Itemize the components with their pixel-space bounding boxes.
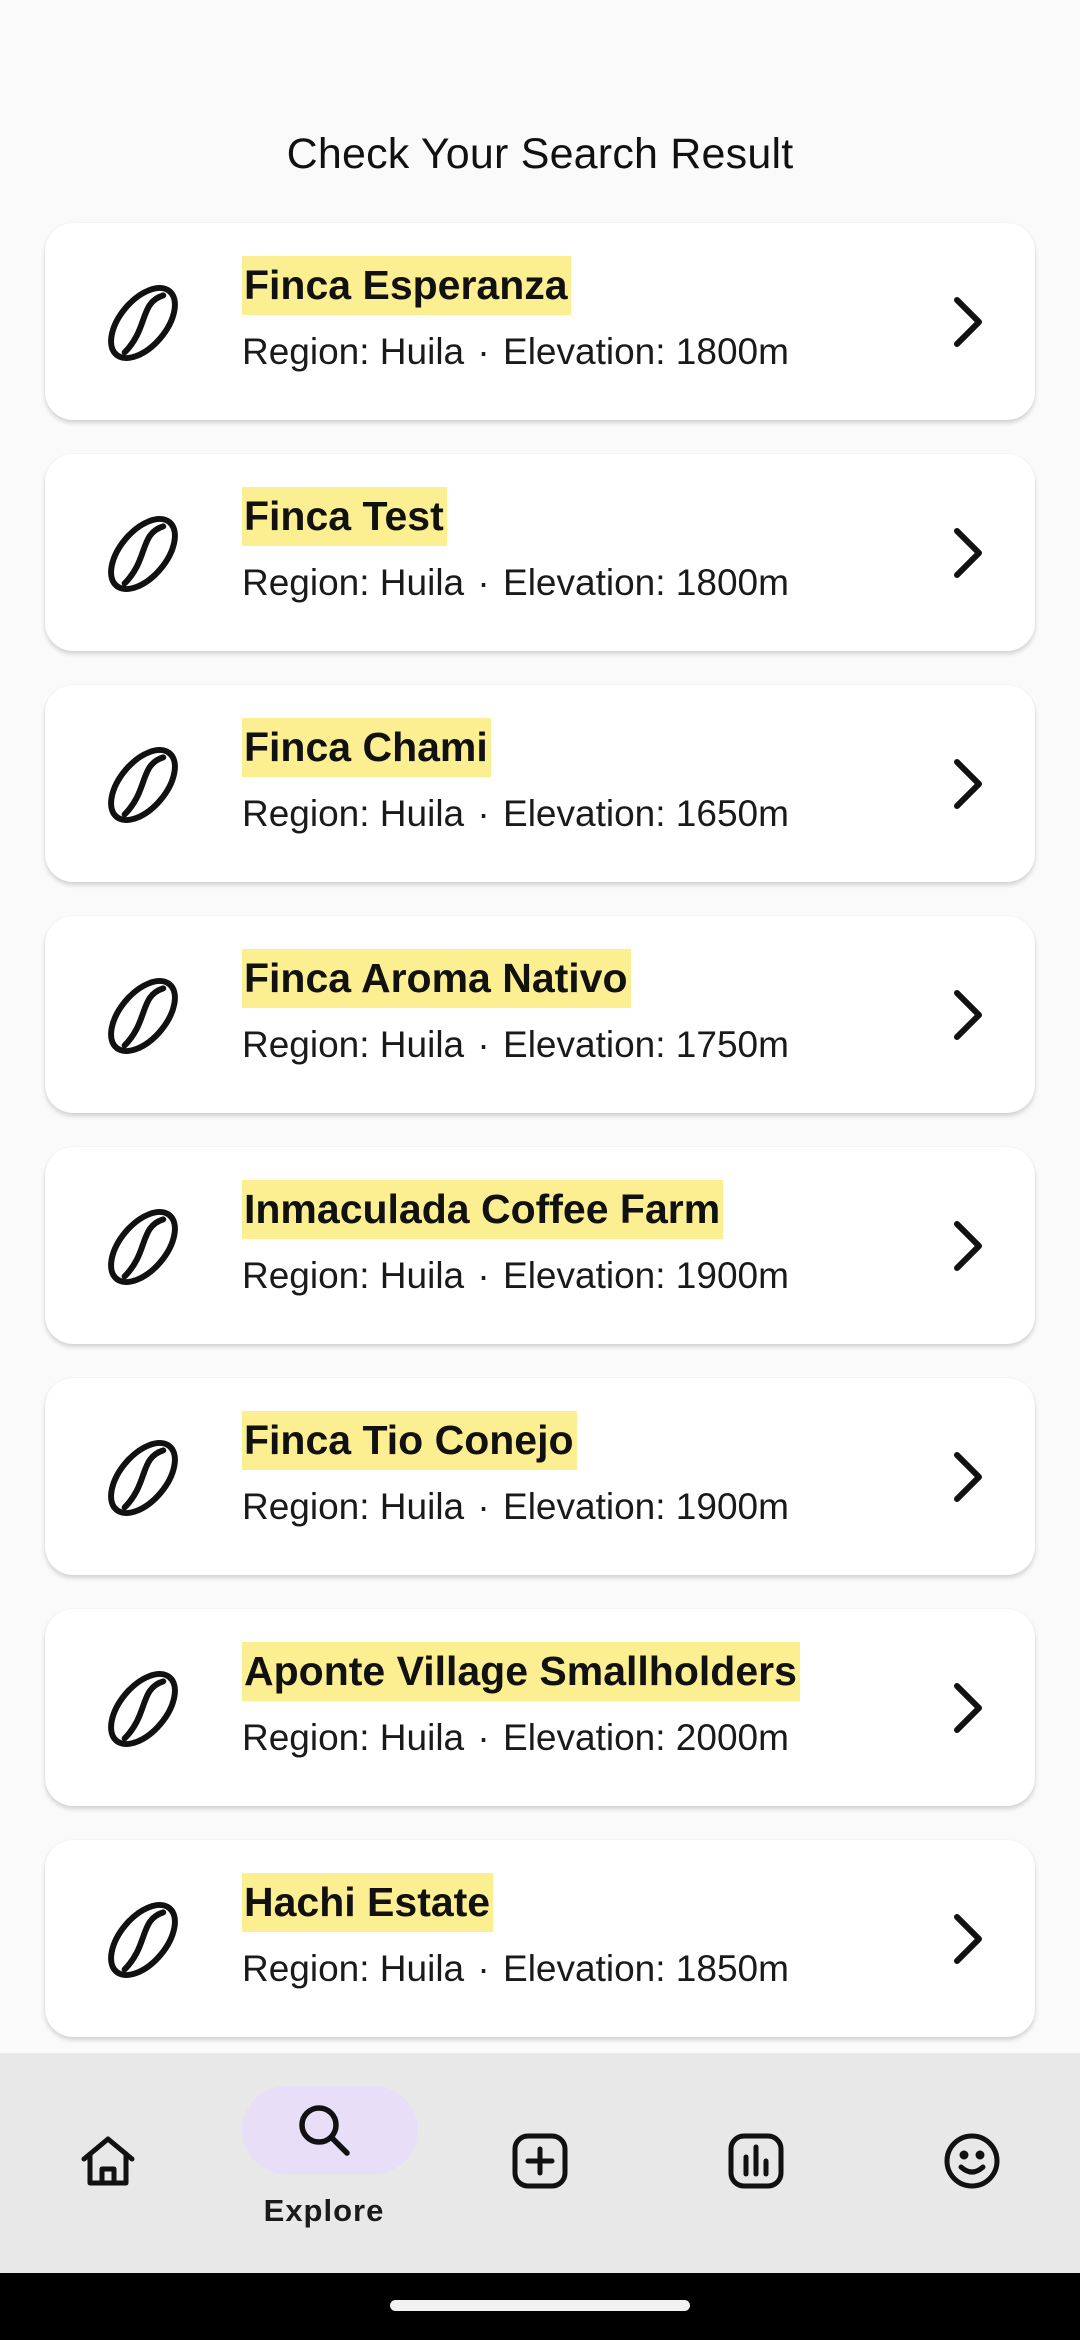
farm-name: Finca Chami <box>242 718 491 777</box>
farm-name: Inmaculada Coffee Farm <box>242 1180 724 1239</box>
farm-details: Region: Huila · Elevation: 2000m <box>242 1717 789 1759</box>
farm-region: Region: Huila <box>242 562 465 603</box>
farm-elevation: Elevation: 1800m <box>503 331 789 372</box>
search-results-list: Finca Esperanza Region: Huila · Elevatio… <box>45 223 1035 2071</box>
result-card[interactable]: Finca Test Region: Huila · Elevation: 18… <box>45 454 1035 651</box>
chevron-right-icon[interactable] <box>949 988 985 1042</box>
detail-separator: · <box>477 1717 490 1758</box>
farm-region: Region: Huila <box>242 1717 465 1758</box>
farm-details: Region: Huila · Elevation: 1800m <box>242 562 789 604</box>
farm-details: Region: Huila · Elevation: 1900m <box>242 1486 789 1528</box>
farm-name: Hachi Estate <box>242 1873 494 1932</box>
chevron-right-icon[interactable] <box>949 526 985 580</box>
result-card[interactable]: Finca Aroma Nativo Region: Huila · Eleva… <box>45 916 1035 1113</box>
coffee-bean-icon <box>108 1671 178 1747</box>
page-title: Check Your Search Result <box>286 130 794 178</box>
result-card[interactable]: Inmaculada Coffee Farm Region: Huila · E… <box>45 1147 1035 1344</box>
detail-separator: · <box>477 1486 490 1527</box>
chevron-right-icon[interactable] <box>949 1681 985 1735</box>
coffee-bean-icon <box>108 1209 178 1285</box>
home-gesture-handle[interactable] <box>390 2300 690 2311</box>
farm-elevation: Elevation: 1900m <box>503 1255 789 1296</box>
coffee-bean-icon <box>108 516 178 592</box>
coffee-bean-icon <box>108 1902 178 1978</box>
chevron-right-icon[interactable] <box>949 295 985 349</box>
chevron-right-icon[interactable] <box>949 1912 985 1966</box>
farm-elevation: Elevation: 1850m <box>503 1948 789 1989</box>
nav-label-explore: Explore <box>263 2193 385 2228</box>
detail-separator: · <box>477 793 490 834</box>
farm-details: Region: Huila · Elevation: 1900m <box>242 1255 789 1297</box>
result-card[interactable]: Finca Tio Conejo Region: Huila · Elevati… <box>45 1378 1035 1575</box>
farm-elevation: Elevation: 1900m <box>503 1486 789 1527</box>
coffee-bean-icon <box>108 1440 178 1516</box>
result-card[interactable]: Finca Chami Region: Huila · Elevation: 1… <box>45 685 1035 882</box>
farm-region: Region: Huila <box>242 793 465 834</box>
farm-elevation: Elevation: 1800m <box>503 562 789 603</box>
chevron-right-icon[interactable] <box>949 1219 985 1273</box>
nav-item-stats[interactable] <box>648 2053 864 2273</box>
detail-separator: · <box>477 1948 490 1989</box>
farm-elevation: Elevation: 1750m <box>503 1024 789 1065</box>
coffee-bean-icon <box>108 747 178 823</box>
farm-details: Region: Huila · Elevation: 1800m <box>242 331 789 373</box>
farm-details: Region: Huila · Elevation: 1650m <box>242 793 789 835</box>
farm-region: Region: Huila <box>242 1486 465 1527</box>
farm-region: Region: Huila <box>242 331 465 372</box>
nav-item-explore[interactable]: Explore <box>216 2053 432 2273</box>
detail-separator: · <box>477 1255 490 1296</box>
detail-separator: · <box>477 562 490 603</box>
search-icon <box>299 2105 350 2156</box>
farm-name: Aponte Village Smallholders <box>242 1642 800 1701</box>
farm-region: Region: Huila <box>242 1255 465 1296</box>
result-card[interactable]: Aponte Village Smallholders Region: Huil… <box>45 1609 1035 1806</box>
add-box-icon <box>512 2133 568 2189</box>
smiley-face-icon <box>944 2133 1000 2189</box>
bottom-navigation-bar: Explore <box>0 2053 1080 2273</box>
farm-name: Finca Tio Conejo <box>242 1411 577 1470</box>
farm-region: Region: Huila <box>242 1948 465 1989</box>
chevron-right-icon[interactable] <box>949 757 985 811</box>
detail-separator: · <box>477 331 490 372</box>
farm-elevation: Elevation: 2000m <box>503 1717 789 1758</box>
coffee-bean-icon <box>108 285 178 361</box>
farm-region: Region: Huila <box>242 1024 465 1065</box>
farm-name: Finca Aroma Nativo <box>242 949 631 1008</box>
coffee-bean-icon <box>108 978 178 1054</box>
nav-item-add[interactable] <box>432 2053 648 2273</box>
result-card[interactable]: Hachi Estate Region: Huila · Elevation: … <box>45 1840 1035 2037</box>
farm-name: Finca Esperanza <box>242 256 571 315</box>
farm-details: Region: Huila · Elevation: 1850m <box>242 1948 789 1990</box>
chevron-right-icon[interactable] <box>949 1450 985 1504</box>
farm-details: Region: Huila · Elevation: 1750m <box>242 1024 789 1066</box>
home-icon <box>81 2136 135 2186</box>
system-gesture-bar <box>0 2273 1080 2340</box>
result-card[interactable]: Finca Esperanza Region: Huila · Elevatio… <box>45 223 1035 420</box>
nav-item-profile[interactable] <box>864 2053 1080 2273</box>
bar-chart-icon <box>728 2133 784 2189</box>
farm-name: Finca Test <box>242 487 447 546</box>
farm-elevation: Elevation: 1650m <box>503 793 789 834</box>
nav-item-home[interactable] <box>0 2053 216 2273</box>
detail-separator: · <box>477 1024 490 1065</box>
